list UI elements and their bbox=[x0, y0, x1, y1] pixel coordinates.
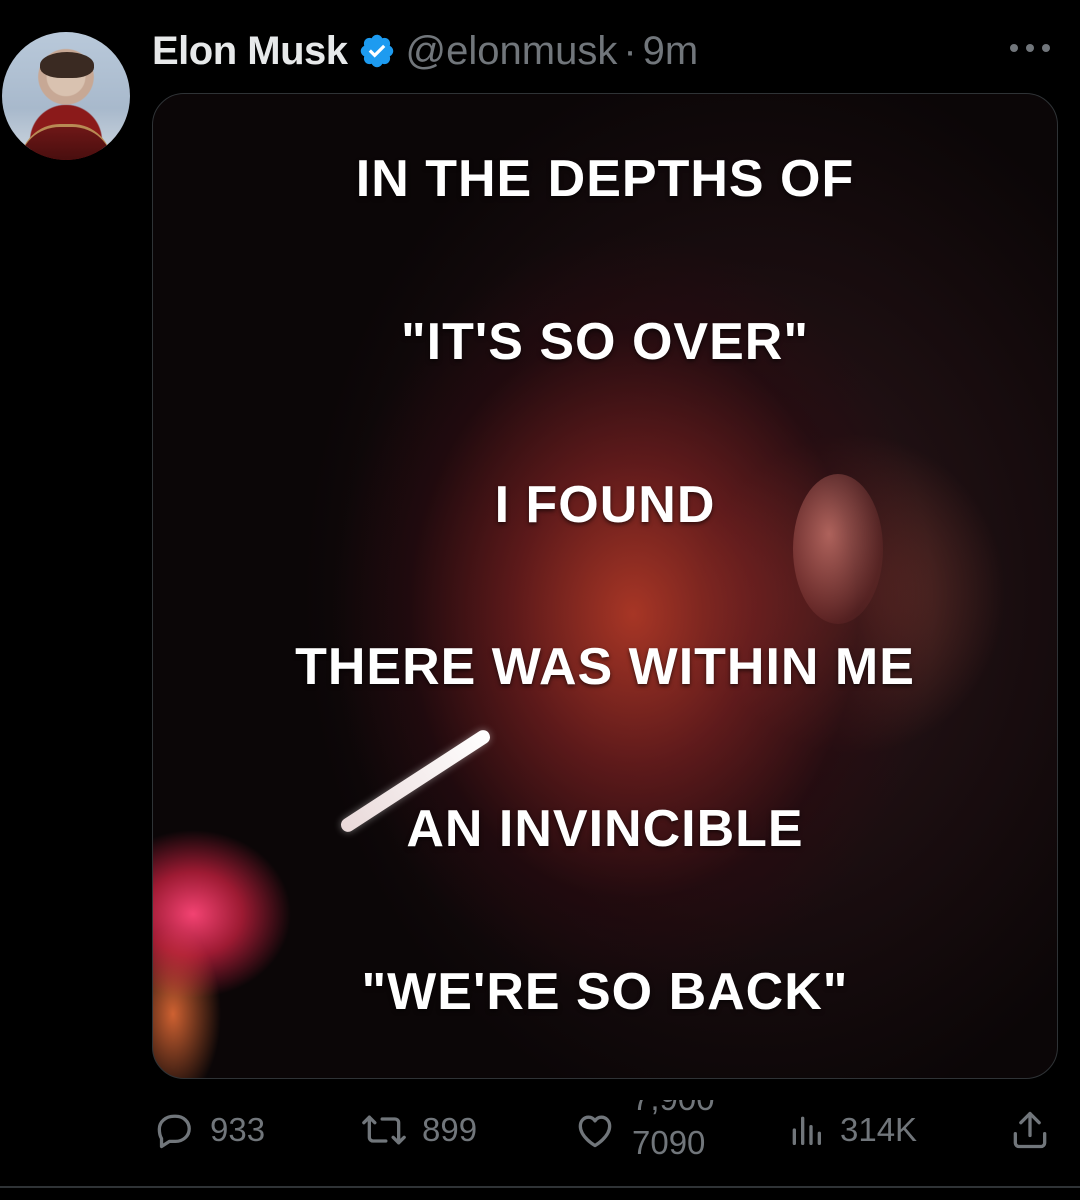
tweet-timestamp[interactable]: 9m bbox=[643, 29, 699, 74]
more-dot bbox=[1010, 44, 1018, 52]
share-button[interactable] bbox=[1008, 1100, 1066, 1160]
reply-button[interactable]: 933 bbox=[152, 1100, 265, 1160]
views-button[interactable]: 314K bbox=[786, 1100, 917, 1160]
retweet-icon bbox=[362, 1115, 406, 1145]
retweet-button[interactable]: 899 bbox=[360, 1100, 477, 1160]
meme-text-line: "WE'RE SO BACK" bbox=[361, 963, 849, 1021]
like-count-previous: 7,900 bbox=[632, 1100, 715, 1118]
tweet-divider bbox=[0, 1186, 1080, 1188]
verified-badge-icon[interactable] bbox=[358, 32, 396, 70]
avatar-hair bbox=[40, 52, 94, 78]
meme-text-line: THERE WAS WITHIN ME bbox=[295, 638, 915, 696]
separator-dot: · bbox=[623, 28, 637, 73]
reply-count: 933 bbox=[210, 1111, 266, 1148]
tweet[interactable]: Elon Musk @elonmusk · 9m IN THE DEPTHS O… bbox=[0, 0, 1080, 1200]
share-icon bbox=[1013, 1111, 1047, 1149]
meme-text-line: AN INVINCIBLE bbox=[406, 800, 804, 858]
more-dot bbox=[1042, 44, 1050, 52]
tweet-actions-bar: 933 899 7,900 7090 314K bbox=[0, 1100, 1080, 1160]
like-count: 7090 bbox=[632, 1124, 706, 1160]
author-name[interactable]: Elon Musk bbox=[152, 29, 348, 74]
meme-text-line: IN THE DEPTHS OF bbox=[355, 150, 855, 208]
avatar-armor bbox=[20, 124, 112, 160]
reply-icon bbox=[157, 1114, 191, 1149]
views-icon bbox=[792, 1116, 821, 1145]
views-count: 314K bbox=[840, 1111, 918, 1148]
tweet-header: Elon Musk @elonmusk · 9m bbox=[152, 28, 698, 74]
meme-text-line: I FOUND bbox=[494, 476, 716, 534]
more-dot bbox=[1026, 44, 1034, 52]
author-handle[interactable]: @elonmusk bbox=[406, 29, 618, 74]
heart-icon bbox=[578, 1115, 612, 1148]
retweet-count: 899 bbox=[422, 1111, 478, 1148]
like-count-rollover: 7,900 7090 bbox=[632, 1100, 742, 1160]
like-button[interactable]: 7,900 7090 bbox=[572, 1100, 742, 1160]
meme-text-line: "IT'S SO OVER" bbox=[401, 313, 809, 371]
avatar[interactable] bbox=[2, 32, 130, 160]
more-icon[interactable] bbox=[1010, 38, 1050, 58]
tweet-media-image[interactable]: IN THE DEPTHS OF "IT'S SO OVER" I FOUND … bbox=[152, 93, 1058, 1079]
